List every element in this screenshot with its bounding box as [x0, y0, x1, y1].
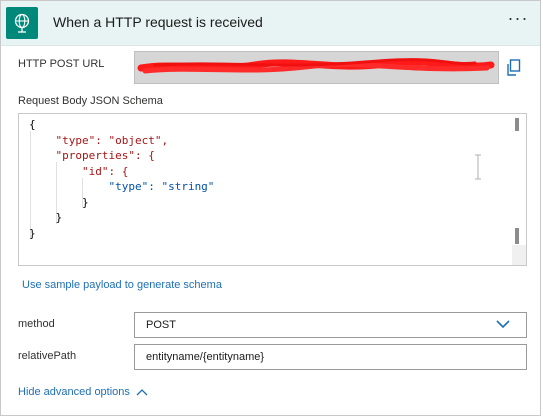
- code-line: "type": "object",: [29, 133, 169, 147]
- json-code: { "type": "object", "properties": { "id"…: [29, 117, 214, 241]
- code-line: "properties": {: [29, 149, 155, 162]
- trigger-card: When a HTTP request is received ··· HTTP…: [0, 0, 541, 416]
- chevron-down-icon: [496, 320, 510, 329]
- sample-payload-link[interactable]: Use sample payload to generate schema: [22, 279, 222, 291]
- http-post-url-label: HTTP POST URL: [18, 58, 105, 70]
- method-value: POST: [146, 319, 176, 331]
- method-label: method: [18, 318, 55, 330]
- http-post-url-field[interactable]: [134, 51, 499, 84]
- code-line: "id": {: [29, 164, 129, 178]
- relative-path-input[interactable]: entityname/{entityname}: [134, 344, 527, 370]
- code-line: }: [29, 211, 63, 224]
- scrollbar-corner: [512, 245, 526, 265]
- hide-advanced-options-button[interactable]: Hide advanced options: [18, 386, 148, 398]
- code-line: "type": "string": [29, 180, 215, 193]
- scrollbar-thumb[interactable]: [515, 118, 519, 131]
- json-schema-editor[interactable]: { "type": "object", "properties": { "id"…: [18, 113, 527, 266]
- relative-path-label: relativePath: [18, 350, 77, 362]
- trigger-title: When a HTTP request is received: [53, 14, 263, 30]
- relative-path-value: entityname/{entityname}: [146, 351, 265, 363]
- code-line: {: [29, 118, 36, 131]
- copy-icon[interactable]: [506, 59, 522, 77]
- redaction-scribble: [137, 58, 495, 74]
- more-options-button[interactable]: ···: [506, 9, 530, 33]
- schema-label: Request Body JSON Schema: [18, 95, 163, 107]
- chevron-up-icon: [136, 389, 148, 396]
- text-cursor-icon: [475, 154, 481, 180]
- method-select[interactable]: POST: [134, 312, 527, 338]
- globe-request-icon: [6, 7, 38, 39]
- code-line: }: [29, 226, 36, 240]
- card-header[interactable]: When a HTTP request is received ···: [1, 1, 540, 46]
- scrollbar-thumb[interactable]: [515, 228, 519, 244]
- code-line: }: [29, 195, 89, 209]
- hide-advanced-label: Hide advanced options: [18, 386, 130, 398]
